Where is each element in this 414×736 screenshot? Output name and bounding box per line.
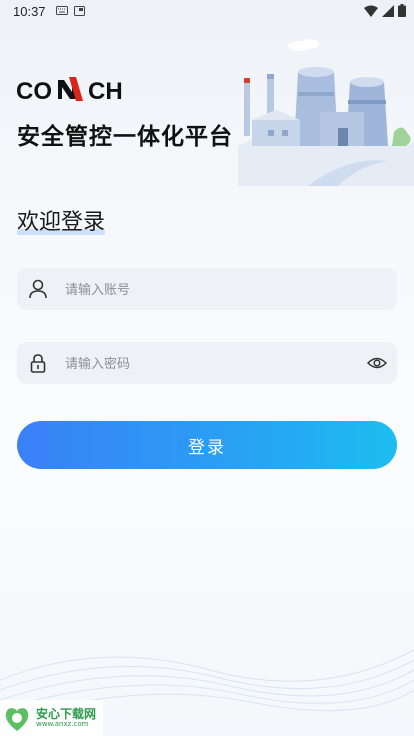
factory-illustration xyxy=(238,39,414,186)
account-field[interactable] xyxy=(17,268,397,312)
status-time: 10:37 xyxy=(13,4,46,19)
account-input[interactable] xyxy=(63,268,347,312)
signal-icon xyxy=(382,4,394,17)
status-bar: 10:37 xyxy=(0,0,414,24)
password-field[interactable] xyxy=(17,342,397,386)
eye-icon[interactable] xyxy=(367,353,387,373)
user-icon xyxy=(29,279,47,299)
svg-text:CO: CO xyxy=(16,78,52,102)
welcome-heading: 欢迎登录 xyxy=(17,210,106,235)
wifi-icon xyxy=(364,5,378,17)
password-input[interactable] xyxy=(63,342,347,386)
battery-icon xyxy=(398,4,406,17)
watermark-logo-icon xyxy=(5,708,29,731)
platform-title: 安全管控一体化平台 xyxy=(17,124,233,150)
lock-icon xyxy=(30,354,46,373)
screenshot-icon xyxy=(74,6,85,16)
svg-text:CH: CH xyxy=(88,78,123,102)
login-button[interactable]: 登录 xyxy=(17,421,397,469)
keyboard-icon xyxy=(56,6,68,15)
watermark-url: www.anxz.com xyxy=(36,720,89,728)
brand-logo: CO CH xyxy=(16,76,138,106)
